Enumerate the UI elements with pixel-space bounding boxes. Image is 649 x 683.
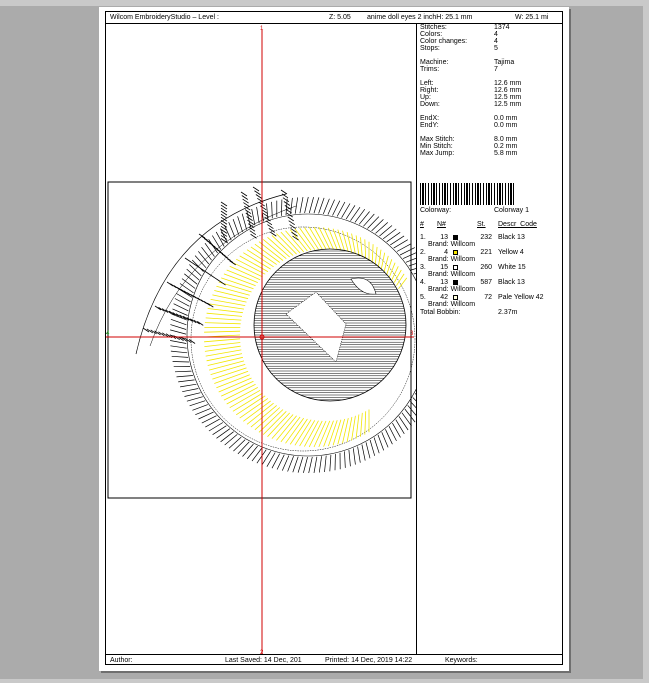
- col-header-num: #: [420, 221, 424, 228]
- color-row-description: Black 13: [498, 234, 525, 241]
- design-info-panel: Stitches: 1374 Colors: 4 Color changes: 4 Stop…: [420, 24, 563, 324]
- stat-value: 12.6 mm: [494, 80, 522, 87]
- axis-label-bottom: 2: [260, 650, 264, 654]
- embroidery-eye-artwork: [135, 186, 416, 474]
- color-swatch: [453, 250, 458, 255]
- stat-label: Stops:: [420, 45, 440, 52]
- color-row-description: Yellow 4: [498, 249, 524, 256]
- stat-value: 4: [494, 31, 498, 38]
- color-row-number: 2.: [420, 249, 426, 256]
- stat-value: 0.2 mm: [494, 143, 518, 150]
- stat-label: EndY:: [420, 122, 439, 129]
- stat-label: Trims:: [420, 66, 440, 73]
- color-swatch: [453, 295, 458, 300]
- color-row-stitches: 232: [480, 234, 492, 241]
- color-row-number: 5.: [420, 294, 426, 301]
- colorway-value: Colorway 1: [494, 207, 530, 214]
- color-row-needle: 42: [440, 294, 448, 301]
- axis-label-top: 1: [260, 26, 264, 32]
- color-swatch: [453, 265, 458, 270]
- color-row-brand: Brand: Willcom: [428, 271, 476, 278]
- stat-row: Down: 12.5 mm: [420, 101, 560, 109]
- color-row-brand: Brand: Willcom: [428, 286, 476, 293]
- color-row-description: Pale Yellow 42: [498, 294, 544, 301]
- color-row-stitches: 221: [480, 249, 492, 256]
- color-row-brand: Brand: Willcom: [428, 241, 476, 248]
- stat-value: 0.0 mm: [494, 115, 518, 122]
- stat-value: 1374: [494, 24, 510, 31]
- print-preview-page: Wilcom EmbroideryStudio – Level : Z: 5.0…: [99, 7, 569, 671]
- design-svg: 1 2 4 3: [106, 26, 416, 654]
- total-bobbin-label: Total Bobbin:: [420, 309, 461, 316]
- stat-value: 5.8 mm: [494, 150, 518, 157]
- footer-last-saved: Last Saved: 14 Dec, 201: [225, 657, 302, 664]
- stat-label: Right:: [420, 87, 439, 94]
- stat-value: 0.0 mm: [494, 122, 518, 129]
- stat-label: Color changes:: [420, 38, 468, 45]
- color-row-number: 3.: [420, 264, 426, 271]
- stat-row: Max Jump: 5.8 mm: [420, 150, 560, 158]
- color-row-description: Black 13: [498, 279, 525, 286]
- header-zoom: Z: 5.05: [329, 14, 351, 21]
- stat-value: 5: [494, 45, 498, 52]
- color-row-needle: 13: [440, 279, 448, 286]
- design-canvas: 1 2 4 3: [106, 24, 416, 654]
- color-row-number: 1.: [420, 234, 426, 241]
- stat-value: 4: [494, 38, 498, 45]
- color-row-number: 4.: [420, 279, 426, 286]
- color-swatch: [453, 235, 458, 240]
- stat-value: 12.5 mm: [494, 94, 522, 101]
- col-header-n: N#: [437, 221, 446, 228]
- stat-label: Machine:: [420, 59, 449, 66]
- color-row-stitches: 72: [484, 294, 492, 301]
- color-row-brand: Brand: Willcom: [428, 301, 476, 308]
- stat-value: 8.0 mm: [494, 136, 518, 143]
- stat-label: Max Jump:: [420, 150, 455, 157]
- footer-author: Author:: [110, 657, 133, 664]
- header-title: Wilcom EmbroideryStudio – Level :: [110, 14, 219, 21]
- vertical-scrollbar[interactable]: [643, 6, 649, 683]
- color-row-needle: 4: [444, 249, 448, 256]
- color-row-needle: 13: [440, 234, 448, 241]
- stat-label: Min Stitch:: [420, 143, 453, 150]
- panel-divider: [416, 23, 417, 654]
- stat-label: Stitches:: [420, 24, 447, 31]
- stat-label: Max Stitch:: [420, 136, 455, 143]
- footer-separator: [105, 654, 563, 655]
- stat-label: Up:: [420, 94, 431, 101]
- colorway-label: Colorway:: [420, 207, 452, 214]
- stat-row: Stops: 5: [420, 45, 560, 53]
- stat-label: EndX:: [420, 115, 440, 122]
- total-bobbin-value: 2.37m: [498, 309, 518, 316]
- axis-label-right: 3: [410, 331, 414, 337]
- color-swatch: [453, 280, 458, 285]
- color-row-description: White 15: [498, 264, 526, 271]
- header-design-name: anime doll eyes 2 inchH: 25.1 mm: [367, 14, 473, 21]
- stat-value: 12.6 mm: [494, 87, 522, 94]
- color-row-brand: Brand: Willcom: [428, 256, 476, 263]
- stat-value: 12.5 mm: [494, 101, 522, 108]
- stat-row: EndY: 0.0 mm: [420, 122, 560, 130]
- stat-label: Down:: [420, 101, 440, 108]
- window-top-strip: [0, 0, 649, 6]
- footer-keywords: Keywords:: [445, 657, 478, 664]
- barcode: [420, 183, 516, 205]
- col-header-st: St.: [477, 221, 486, 228]
- color-row-stitches: 260: [480, 264, 492, 271]
- stat-label: Left:: [420, 80, 434, 87]
- horizontal-scrollbar[interactable]: [0, 679, 649, 683]
- stat-label: Colors:: [420, 31, 443, 38]
- footer-printed: Printed: 14 Dec, 2019 14:22: [325, 657, 413, 664]
- axis-label-left: 4: [106, 331, 110, 337]
- stat-row: Trims: 7: [420, 66, 560, 74]
- col-header-desc: Descr_Code: [498, 221, 537, 228]
- stat-value: 7: [494, 66, 498, 73]
- header-width: W: 25.1 mi: [515, 14, 549, 21]
- color-row-stitches: 587: [480, 279, 492, 286]
- color-row-needle: 15: [440, 264, 448, 271]
- stat-value: Tajima: [494, 59, 515, 66]
